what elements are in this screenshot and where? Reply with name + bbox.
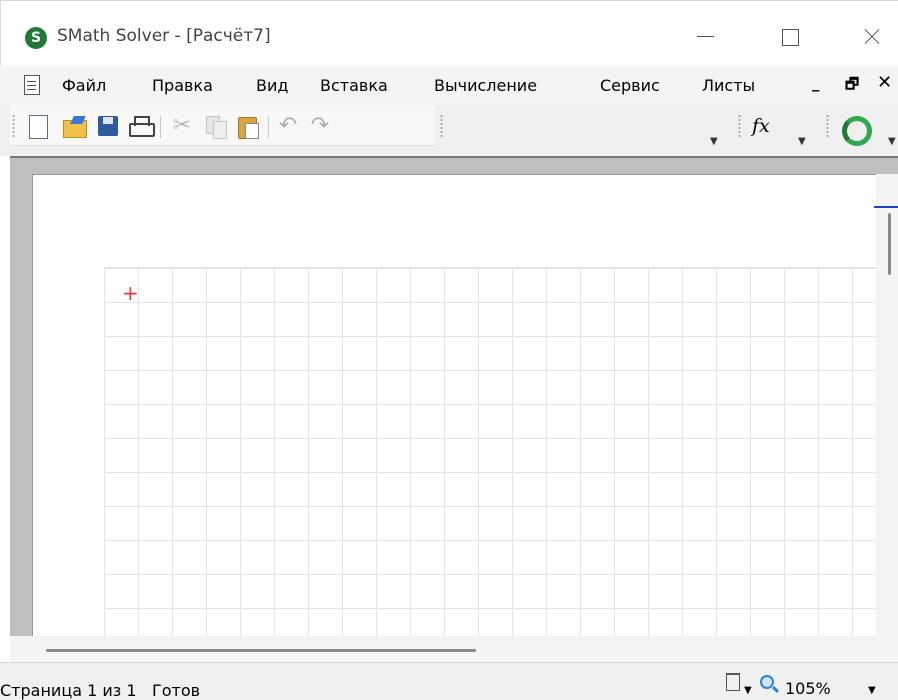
toolbar-grip[interactable] xyxy=(738,114,741,138)
vertical-scrollbar-thumb[interactable] xyxy=(888,213,891,275)
status-bar: Страница 1 из 1 Готов ▼ 105% ▼ xyxy=(0,662,898,700)
cut-icon[interactable]: ✂ xyxy=(170,114,194,138)
toolbar-separator xyxy=(268,116,269,138)
undo-icon[interactable]: ↶ xyxy=(276,114,300,138)
toolbar-grip[interactable] xyxy=(826,114,829,138)
mdi-restore-button[interactable]: 🗗 xyxy=(845,74,859,99)
page-view-icon[interactable] xyxy=(726,673,740,691)
copy-icon[interactable] xyxy=(204,114,228,139)
toolbar-dropdown-arrow-icon[interactable]: ▼ xyxy=(888,136,896,147)
status-state: Готов xyxy=(152,681,201,700)
page-view-dropdown-icon[interactable]: ▼ xyxy=(744,685,752,696)
print-icon[interactable] xyxy=(128,114,155,138)
vertical-scrollbar[interactable] xyxy=(876,174,898,636)
insertion-cursor: + xyxy=(122,281,139,305)
title-bar: S SMath Solver - [Расчёт7] xyxy=(0,0,898,66)
recalculate-icon[interactable] xyxy=(840,114,872,146)
toolbar-separator xyxy=(160,116,161,138)
save-icon[interactable] xyxy=(96,114,120,138)
menu-tools[interactable]: Сервис xyxy=(600,76,660,95)
toolbar-dropdown-arrow-icon[interactable]: ▼ xyxy=(798,136,806,147)
menu-insert[interactable]: Вставка xyxy=(320,76,388,95)
status-page-info: Страница 1 из 1 xyxy=(0,681,137,700)
close-button[interactable] xyxy=(849,19,895,55)
toolbar-grip[interactable] xyxy=(12,114,15,138)
paste-icon[interactable] xyxy=(236,114,260,139)
minimize-button[interactable] xyxy=(683,19,729,55)
toolbar-grip[interactable] xyxy=(440,114,443,138)
document-system-menu-icon[interactable] xyxy=(24,75,40,95)
redo-icon[interactable]: ↷ xyxy=(308,114,332,138)
new-document-icon[interactable] xyxy=(26,114,50,139)
menu-view[interactable]: Вид xyxy=(256,76,288,95)
zoom-icon[interactable] xyxy=(760,675,774,689)
window-title: SMath Solver - [Расчёт7] xyxy=(57,26,271,46)
mdi-minimize-button[interactable]: _ xyxy=(812,74,820,92)
ruler-line xyxy=(10,156,898,158)
horizontal-scrollbar-thumb[interactable] xyxy=(46,649,476,652)
open-folder-icon[interactable] xyxy=(62,114,87,138)
zoom-level[interactable]: 105% xyxy=(785,679,831,698)
smath-logo-icon: S xyxy=(25,27,47,49)
zoom-dropdown-icon[interactable]: ▼ xyxy=(868,685,876,696)
mdi-close-button[interactable]: ✕ xyxy=(877,72,892,93)
worksheet-grid[interactable] xyxy=(104,267,876,636)
menu-bar: Файл Правка Вид Вставка Вычисление Серви… xyxy=(0,66,898,106)
toolbar: ✂ ↶ ↷ ▼ fx ▼ ▼ xyxy=(0,106,898,156)
menu-file[interactable]: Файл xyxy=(62,76,106,95)
menu-edit[interactable]: Правка xyxy=(152,76,213,95)
page-edge-marker xyxy=(874,206,898,208)
maximize-button[interactable] xyxy=(767,19,813,55)
toolbar-dropdown-arrow-icon[interactable]: ▼ xyxy=(710,136,718,147)
menu-sheets[interactable]: Листы xyxy=(702,76,755,95)
menu-calculation[interactable]: Вычисление xyxy=(434,76,537,95)
fx-function-icon[interactable]: fx xyxy=(752,114,776,138)
